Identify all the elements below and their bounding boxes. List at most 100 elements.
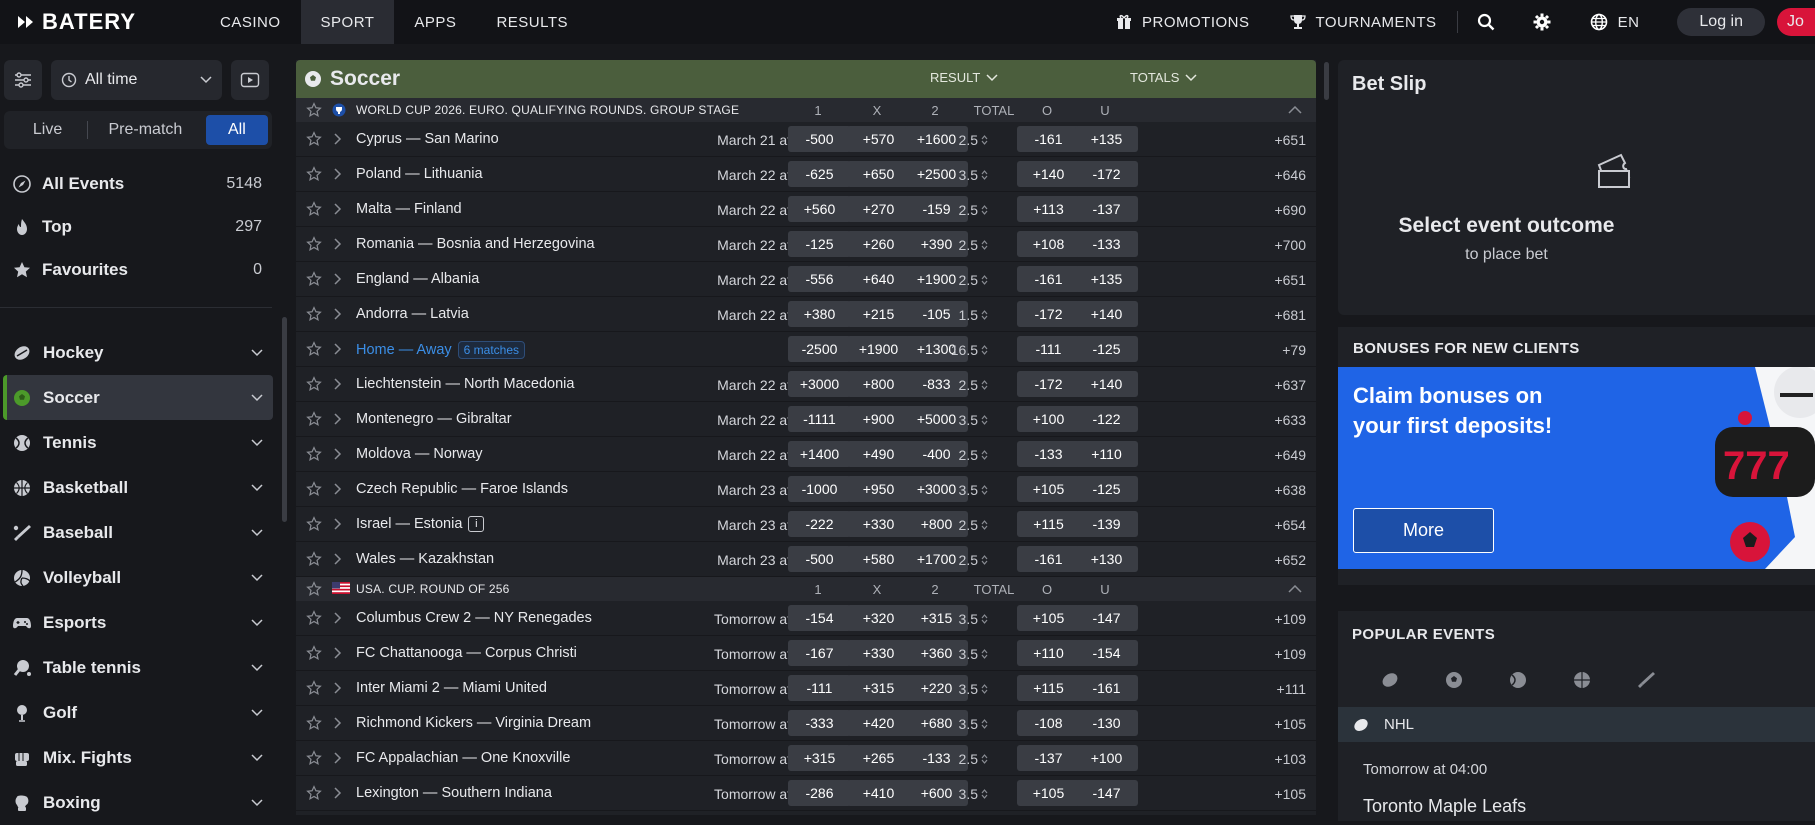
expand-button[interactable] (334, 483, 342, 495)
more-markets-link[interactable]: +79 (1282, 342, 1306, 358)
soccer-ball-icon[interactable] (1444, 670, 1464, 690)
favourite-button[interactable] (306, 551, 322, 567)
result-market-select[interactable]: RESULT (930, 70, 998, 85)
total-line[interactable]: 2.5 (942, 132, 988, 148)
more-markets-link[interactable]: +700 (1274, 237, 1306, 253)
more-markets-link[interactable]: +651 (1274, 272, 1306, 288)
odds-button[interactable]: +140 (1017, 161, 1080, 187)
odds-button[interactable]: +110 (1017, 640, 1080, 666)
odds-button[interactable]: -147 (1075, 780, 1138, 806)
odds-button[interactable]: -1111 (788, 406, 851, 432)
favourite-button[interactable] (306, 376, 322, 392)
odds-button[interactable]: -133 (1075, 231, 1138, 257)
popular-event-team[interactable]: Toronto Maple Leafs (1363, 796, 1526, 817)
odds-button[interactable]: +640 (847, 266, 910, 292)
odds-button[interactable]: +580 (847, 546, 910, 572)
odds-button[interactable]: +950 (847, 476, 910, 502)
total-line[interactable]: 3.5 (942, 482, 988, 498)
table-row[interactable]: Malta — Finland March 22 at 00:45 +560 +270… (296, 192, 1316, 227)
favourite-button[interactable] (306, 341, 322, 357)
odds-button[interactable]: -137 (1017, 745, 1080, 771)
odds-button[interactable]: +110 (1075, 441, 1138, 467)
odds-button[interactable]: +215 (847, 301, 910, 327)
total-line[interactable]: 2.5 (942, 517, 988, 533)
main-scrollbar[interactable] (1324, 62, 1329, 100)
total-line[interactable]: 2.5 (942, 272, 988, 288)
login-button[interactable]: Log in (1677, 8, 1765, 36)
odds-button[interactable]: -556 (788, 266, 851, 292)
match-name[interactable]: Montenegro — Gibraltar (356, 411, 512, 427)
odds-button[interactable]: +135 (1075, 126, 1138, 152)
table-row[interactable]: FC Appalachian — One Knoxville Tomorrow a… (296, 741, 1316, 776)
sidebar-item-soccer[interactable]: Soccer (3, 375, 273, 420)
favourite-button[interactable] (306, 306, 322, 322)
sidebar-item-boxing[interactable]: Boxing (3, 780, 273, 825)
more-markets-link[interactable]: +633 (1274, 412, 1306, 428)
promotions-link[interactable]: PROMOTIONS (1096, 0, 1270, 44)
odds-button[interactable]: +108 (1017, 231, 1080, 257)
favourite-button[interactable] (306, 201, 322, 217)
sidebar-item-baseball[interactable]: Baseball (3, 510, 273, 555)
more-button[interactable]: More (1353, 508, 1494, 553)
odds-button[interactable]: +410 (847, 780, 910, 806)
sidebar-scrollbar[interactable] (282, 317, 287, 522)
more-markets-link[interactable]: +652 (1274, 552, 1306, 568)
expand-button[interactable] (334, 133, 342, 145)
more-markets-link[interactable]: +105 (1274, 716, 1306, 732)
sidebar-item-favourites[interactable]: Favourites 0 (0, 248, 272, 291)
odds-button[interactable]: +270 (847, 196, 910, 222)
expand-button[interactable] (334, 553, 342, 565)
match-name[interactable]: Andorra — Latvia (356, 306, 469, 322)
sidebar-item-all-events[interactable]: All Events 5148 (0, 162, 272, 205)
match-name[interactable]: Czech Republic — Faroe Islands (356, 481, 568, 497)
match-name[interactable]: Malta — Finland (356, 201, 462, 217)
expand-button[interactable] (334, 343, 342, 355)
match-name[interactable]: FC Appalachian — One Knoxville (356, 750, 570, 766)
total-line[interactable]: 3.5 (942, 786, 988, 802)
odds-button[interactable]: +115 (1017, 675, 1080, 701)
nav-sport[interactable]: SPORT (300, 0, 395, 44)
match-name[interactable]: Moldova — Norway (356, 446, 483, 462)
more-markets-link[interactable]: +638 (1274, 482, 1306, 498)
odds-button[interactable]: +1900 (847, 336, 910, 362)
expand-button[interactable] (334, 752, 342, 764)
odds-button[interactable]: -167 (788, 640, 851, 666)
table-row[interactable]: Inter Miami 2 — Miami United Tomorrow at … (296, 671, 1316, 706)
favourite-button[interactable] (306, 785, 322, 801)
total-line[interactable]: 2.5 (942, 237, 988, 253)
sidebar-item-esports[interactable]: Esports (3, 600, 273, 645)
chevron-up-icon[interactable] (1288, 585, 1302, 593)
more-markets-link[interactable]: +649 (1274, 447, 1306, 463)
table-row[interactable]: Montenegro — Gibraltar March 22 at 22:00-… (296, 402, 1316, 437)
time-filter-select[interactable]: All time (51, 60, 222, 100)
odds-button[interactable]: +135 (1075, 266, 1138, 292)
table-row[interactable]: Richmond Kickers — Virginia Dream Tomorro… (296, 706, 1316, 741)
total-line[interactable]: 1.5 (942, 307, 988, 323)
odds-button[interactable]: -139 (1075, 511, 1138, 537)
sidebar-item-top[interactable]: Top 297 (0, 205, 272, 248)
match-name[interactable]: Wales — Kazakhstan (356, 551, 494, 567)
expand-button[interactable] (334, 378, 342, 390)
odds-button[interactable]: +380 (788, 301, 851, 327)
odds-button[interactable]: -111 (788, 675, 851, 701)
odds-button[interactable]: -122 (1075, 406, 1138, 432)
odds-button[interactable]: +560 (788, 196, 851, 222)
odds-button[interactable]: -125 (1075, 336, 1138, 362)
odds-button[interactable]: +800 (847, 371, 910, 397)
match-name[interactable]: Romania — Bosnia and Herzegovina (356, 236, 595, 252)
odds-button[interactable]: +113 (1017, 196, 1080, 222)
odds-button[interactable]: -111 (1017, 336, 1080, 362)
odds-button[interactable]: +130 (1075, 546, 1138, 572)
sidebar-item-mix-fights[interactable]: Mix. Fights (3, 735, 273, 780)
hockey-puck-icon[interactable] (1380, 670, 1400, 690)
odds-button[interactable]: -137 (1075, 196, 1138, 222)
info-icon[interactable]: i (468, 516, 485, 532)
nav-results[interactable]: RESULTS (476, 0, 588, 44)
match-name[interactable]: Inter Miami 2 — Miami United (356, 680, 547, 696)
odds-button[interactable]: +320 (847, 605, 910, 631)
expand-button[interactable] (334, 612, 342, 624)
more-markets-link[interactable]: +105 (1274, 786, 1306, 802)
favourite-button[interactable] (306, 516, 322, 532)
odds-button[interactable]: -154 (788, 605, 851, 631)
favourite-button[interactable] (306, 645, 322, 661)
